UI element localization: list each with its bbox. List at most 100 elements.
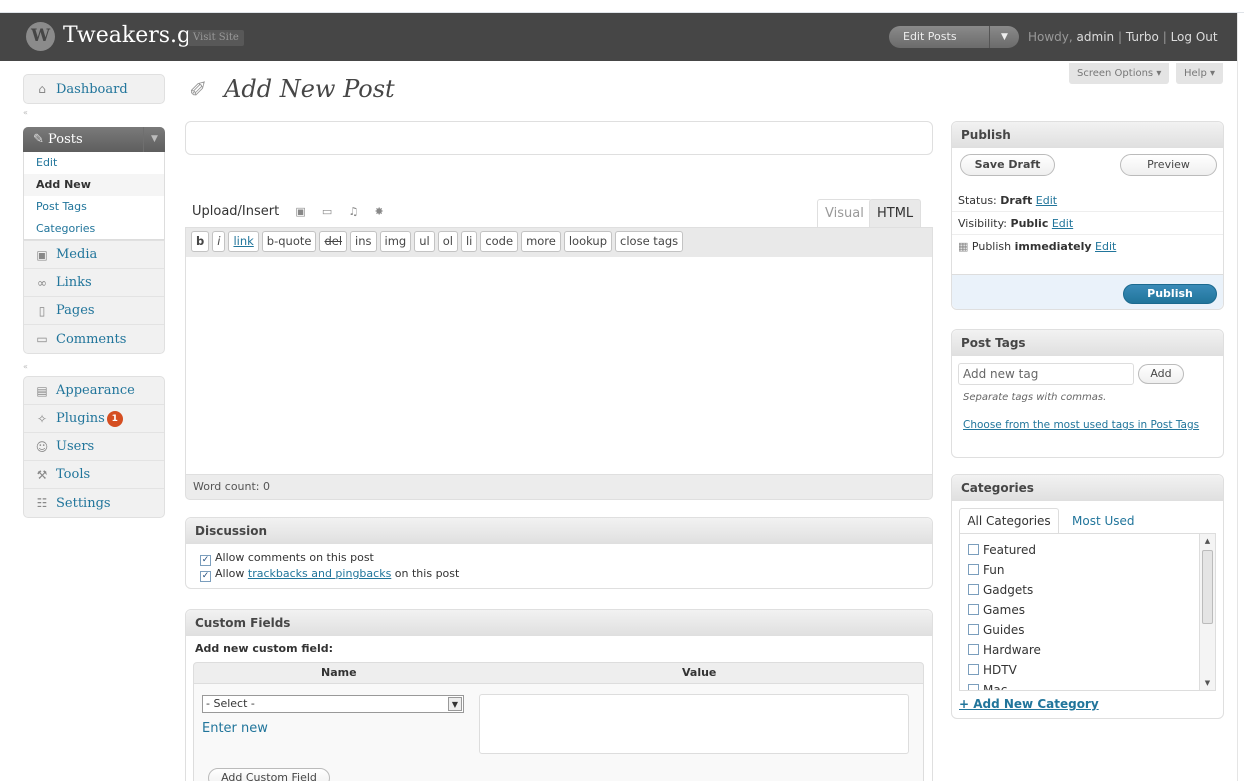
chevron-down-icon[interactable]: ▼ — [989, 26, 1019, 48]
category-item[interactable]: Gadgets — [968, 580, 1215, 600]
menu-separator[interactable]: « — [0, 360, 28, 374]
custom-field-key-select[interactable]: - Select - ▼ — [202, 695, 464, 713]
chevron-down-icon[interactable]: ▼ — [448, 697, 462, 711]
category-checkbox[interactable] — [968, 644, 979, 655]
save-draft-button[interactable]: Save Draft — [960, 154, 1055, 176]
custom-fields-title[interactable]: Custom Fields — [186, 610, 932, 636]
favorite-actions-dropdown[interactable]: Edit Posts ▼ — [889, 26, 1019, 48]
discussion-title[interactable]: Discussion — [186, 518, 932, 544]
scrollbar-thumb[interactable] — [1202, 550, 1213, 624]
category-checkbox[interactable] — [968, 564, 979, 575]
logout-link[interactable]: Log Out — [1171, 30, 1218, 44]
publish-button[interactable]: Publish — [1123, 284, 1217, 304]
menu-item-plugins[interactable]: ✧ Plugins 1 — [24, 405, 164, 433]
quicktag-close-tags-button[interactable]: close tags — [615, 231, 684, 252]
category-checkbox[interactable] — [968, 544, 979, 555]
quicktag-italic-button[interactable]: i — [212, 231, 226, 252]
submenu-categories[interactable]: Categories — [24, 218, 164, 240]
quicktag-bold-button[interactable]: b — [191, 231, 210, 252]
menu-item-media[interactable]: ▣ Media — [24, 241, 164, 269]
menu-label: Links — [56, 275, 92, 290]
wordpress-logo-icon[interactable]: W — [26, 22, 55, 51]
category-checkbox[interactable] — [968, 584, 979, 595]
quicktag-ul-button[interactable]: ul — [414, 231, 435, 252]
quicktag-lookup-button[interactable]: lookup — [563, 231, 613, 252]
menu-item-appearance[interactable]: ▤ Appearance — [24, 377, 164, 405]
trackbacks-link[interactable]: trackbacks and pingbacks — [248, 567, 391, 580]
category-checkbox[interactable] — [968, 664, 979, 675]
category-checkbox[interactable] — [968, 604, 979, 615]
categories-title[interactable]: Categories — [952, 475, 1223, 501]
post-content-textarea[interactable] — [185, 257, 933, 474]
calendar-icon: ▦ — [958, 240, 969, 253]
favorite-action-label[interactable]: Edit Posts — [903, 30, 957, 43]
menu-item-comments[interactable]: ▭ Comments — [24, 325, 164, 353]
help-tab[interactable]: Help ▾ — [1176, 63, 1224, 84]
category-scrollbar[interactable]: ▲ ▼ — [1199, 534, 1215, 690]
tab-visual[interactable]: Visual — [817, 199, 872, 227]
quicktag-bquote-button[interactable]: b-quote — [261, 231, 317, 252]
tab-most-used[interactable]: Most Used — [1072, 514, 1135, 528]
menu-separator[interactable]: « — [0, 106, 28, 120]
post-title-input[interactable] — [185, 121, 933, 155]
add-image-icon[interactable]: ▣ — [295, 205, 305, 218]
custom-field-value-textarea[interactable] — [479, 694, 909, 754]
menu-item-tools[interactable]: ⚒ Tools — [24, 461, 164, 489]
add-video-icon[interactable]: ▭ — [322, 205, 332, 218]
pages-icon: ▯ — [38, 303, 46, 318]
category-item[interactable]: Games — [968, 600, 1215, 620]
add-audio-icon[interactable]: ♫ — [348, 205, 358, 218]
submenu-add-new[interactable]: Add New — [24, 174, 164, 196]
visit-site-button[interactable]: Visit Site — [188, 30, 244, 46]
publish-title[interactable]: Publish — [952, 122, 1223, 148]
category-item[interactable]: Mac — [968, 680, 1215, 690]
site-title[interactable]: Tweakers.gr — [63, 23, 202, 48]
status-edit-link[interactable]: Edit — [1036, 194, 1057, 207]
quicktag-del-button[interactable]: del — [319, 231, 348, 252]
menu-item-links[interactable]: ∞ Links — [24, 269, 164, 297]
menu-item-users[interactable]: ☺ Users — [24, 433, 164, 461]
category-item[interactable]: Hardware — [968, 640, 1215, 660]
category-item[interactable]: Guides — [968, 620, 1215, 640]
user-link[interactable]: admin — [1077, 30, 1115, 44]
quicktag-ol-button[interactable]: ol — [437, 231, 458, 252]
new-tag-input[interactable]: Add new tag — [958, 363, 1134, 385]
submenu-post-tags[interactable]: Post Tags — [24, 196, 164, 218]
choose-tags-link[interactable]: Choose from the most used tags in Post T… — [963, 418, 1208, 432]
quicktag-more-button[interactable]: more — [521, 231, 561, 252]
quicktag-ins-button[interactable]: ins — [350, 231, 377, 252]
submenu-edit[interactable]: Edit — [24, 152, 164, 174]
add-media-icon[interactable]: ✸ — [374, 205, 383, 218]
category-checklist[interactable]: Featured Fun Gadgets Games Guides Hardwa… — [959, 533, 1216, 691]
quicktag-code-button[interactable]: code — [480, 231, 519, 252]
chevron-down-icon[interactable]: ▼ — [143, 127, 165, 152]
turbo-link[interactable]: Turbo — [1126, 30, 1159, 44]
add-tag-button[interactable]: Add — [1138, 364, 1184, 384]
schedule-edit-link[interactable]: Edit — [1095, 240, 1116, 253]
post-tags-title[interactable]: Post Tags — [952, 330, 1223, 356]
category-checkbox[interactable] — [968, 624, 979, 635]
add-custom-field-button[interactable]: Add Custom Field — [208, 768, 330, 781]
category-item[interactable]: Featured — [968, 540, 1215, 560]
tab-html[interactable]: HTML — [869, 199, 922, 227]
category-item[interactable]: HDTV — [968, 660, 1215, 680]
quicktag-img-button[interactable]: img — [379, 231, 412, 252]
category-checkbox[interactable] — [968, 684, 979, 690]
add-new-category-link[interactable]: + Add New Category — [959, 697, 1099, 711]
tab-all-categories[interactable]: All Categories — [959, 508, 1059, 534]
allow-trackbacks-checkbox[interactable]: ✓ — [200, 571, 211, 582]
scroll-down-icon[interactable]: ▼ — [1200, 676, 1215, 690]
menu-item-pages[interactable]: ▯ Pages — [24, 297, 164, 325]
menu-item-posts[interactable]: ✎ Posts ▼ — [23, 127, 165, 152]
preview-button[interactable]: Preview — [1120, 154, 1217, 176]
menu-item-dashboard[interactable]: ⌂ Dashboard — [24, 75, 164, 103]
allow-comments-checkbox[interactable]: ✓ — [200, 555, 211, 566]
visibility-edit-link[interactable]: Edit — [1052, 217, 1073, 230]
screen-options-tab[interactable]: Screen Options ▾ — [1069, 63, 1170, 84]
category-item[interactable]: Fun — [968, 560, 1215, 580]
enter-new-link[interactable]: Enter new — [202, 721, 268, 736]
scroll-up-icon[interactable]: ▲ — [1200, 534, 1215, 548]
quicktag-link-button[interactable]: link — [228, 231, 259, 252]
quicktag-li-button[interactable]: li — [460, 231, 478, 252]
menu-item-settings[interactable]: ☷ Settings — [24, 489, 164, 517]
